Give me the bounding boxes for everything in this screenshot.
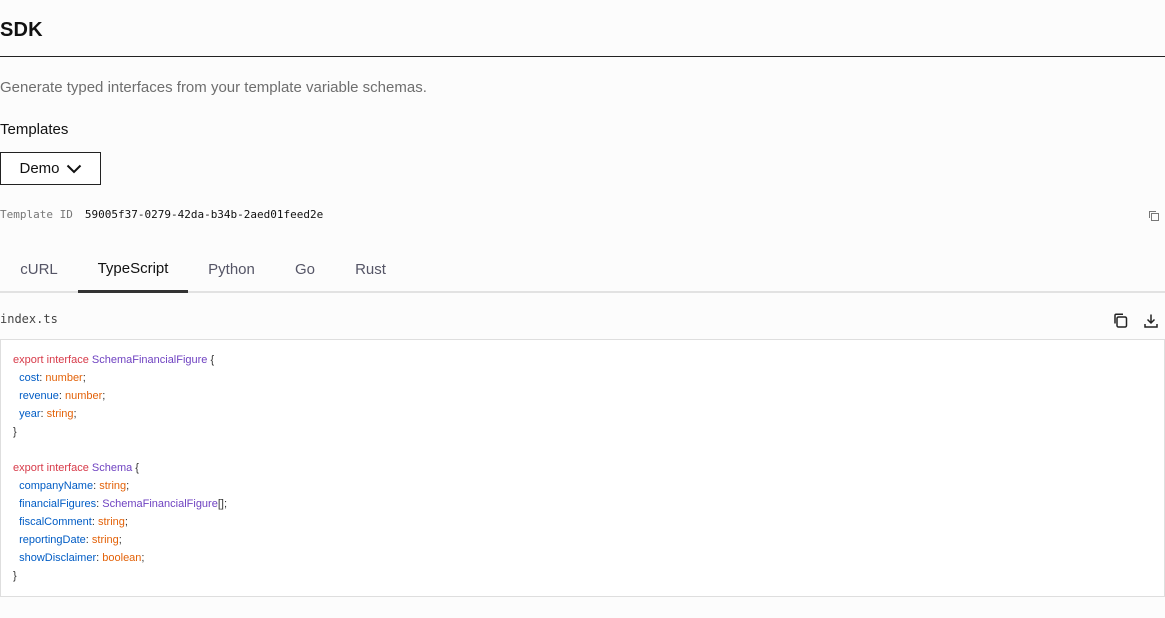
tab-python[interactable]: Python	[188, 247, 275, 291]
code-line: year: string;	[13, 405, 227, 423]
code-token: number	[65, 390, 103, 402]
code-block: export interface SchemaFinancialFigure {…	[0, 339, 1165, 597]
code-token: companyName	[13, 480, 94, 492]
template-dropdown[interactable]: Demo	[0, 152, 101, 185]
template-id-row: Template ID 59005f37-0279-42da-b34b-2aed0…	[0, 208, 323, 221]
code-token: ;	[126, 480, 130, 492]
file-name: index.ts	[0, 312, 58, 326]
download-icon[interactable]	[1142, 312, 1160, 330]
code-token: reportingDate	[13, 534, 86, 546]
code-token: showDisclaimer	[13, 552, 97, 564]
code-token: [];	[217, 498, 228, 510]
template-id-label: Template ID	[0, 208, 73, 221]
page-title: SDK	[0, 19, 43, 41]
code-line: showDisclaimer: boolean;	[13, 549, 227, 567]
template-dropdown-value: Demo	[19, 160, 60, 177]
code-token: }	[13, 426, 17, 438]
code-token: }	[13, 570, 17, 582]
code-token: {	[132, 462, 139, 474]
code-token: SchemaFinancialFigure	[91, 354, 208, 366]
code-token: {	[207, 354, 215, 366]
code-token: ;	[118, 534, 122, 546]
title-divider	[0, 56, 1165, 57]
tab-curl[interactable]: cURL	[0, 247, 78, 291]
code-line: }	[13, 567, 227, 585]
code-line: companyName: string;	[13, 477, 227, 495]
language-tabs: cURL TypeScript Python Go Rust	[0, 247, 1165, 293]
page-subtitle: Generate typed interfaces from your temp…	[0, 79, 427, 96]
code-token: financialFigures	[13, 498, 97, 510]
code-line: }	[13, 423, 227, 441]
tab-go[interactable]: Go	[275, 247, 335, 291]
code-token: string	[97, 516, 125, 528]
tab-label: cURL	[20, 260, 58, 278]
tab-label: Rust	[355, 260, 386, 278]
code-token: SchemaFinancialFigure	[102, 498, 218, 510]
code-token: string	[99, 480, 127, 492]
code-content: export interface SchemaFinancialFigure {…	[13, 351, 227, 585]
code-line: export interface Schema {	[13, 459, 227, 477]
code-token: fiscalComment	[13, 516, 92, 528]
tab-label: Go	[294, 260, 315, 278]
code-token: string	[91, 534, 119, 546]
code-token: Schema	[91, 462, 133, 474]
code-line: fiscalComment: string;	[13, 513, 227, 531]
code-token: ;	[82, 372, 86, 384]
tab-label: TypeScript	[97, 260, 169, 277]
copy-id-icon[interactable]	[1148, 210, 1160, 222]
chevron-down-icon	[66, 164, 81, 173]
code-token: year	[13, 408, 41, 420]
code-line: export interface SchemaFinancialFigure {	[13, 351, 227, 369]
code-line: cost: number;	[13, 369, 227, 387]
template-id-value: 59005f37-0279-42da-b34b-2aed01feed2e	[84, 208, 324, 221]
code-token: number	[45, 372, 83, 384]
tab-label: Python	[208, 260, 255, 278]
code-token: cost	[13, 372, 40, 384]
templates-label: Templates	[0, 121, 69, 138]
code-line: revenue: number;	[13, 387, 227, 405]
code-token: ;	[141, 552, 145, 564]
code-token: ;	[102, 390, 106, 402]
tab-typescript[interactable]: TypeScript	[78, 247, 188, 293]
code-token: revenue	[13, 390, 59, 402]
code-token: boolean	[102, 552, 142, 564]
code-token: ;	[124, 516, 128, 528]
code-token: export interface	[13, 354, 92, 366]
code-line: financialFigures: SchemaFinancialFigure[…	[13, 495, 227, 513]
code-token: export interface	[13, 462, 92, 474]
code-line: reportingDate: string;	[13, 531, 227, 549]
code-token: ;	[73, 408, 77, 420]
sdk-page: SDK Generate typed interfaces from your …	[0, 0, 1165, 618]
tab-rust[interactable]: Rust	[335, 247, 406, 291]
code-token: string	[46, 408, 74, 420]
copy-icon[interactable]	[1112, 312, 1130, 330]
